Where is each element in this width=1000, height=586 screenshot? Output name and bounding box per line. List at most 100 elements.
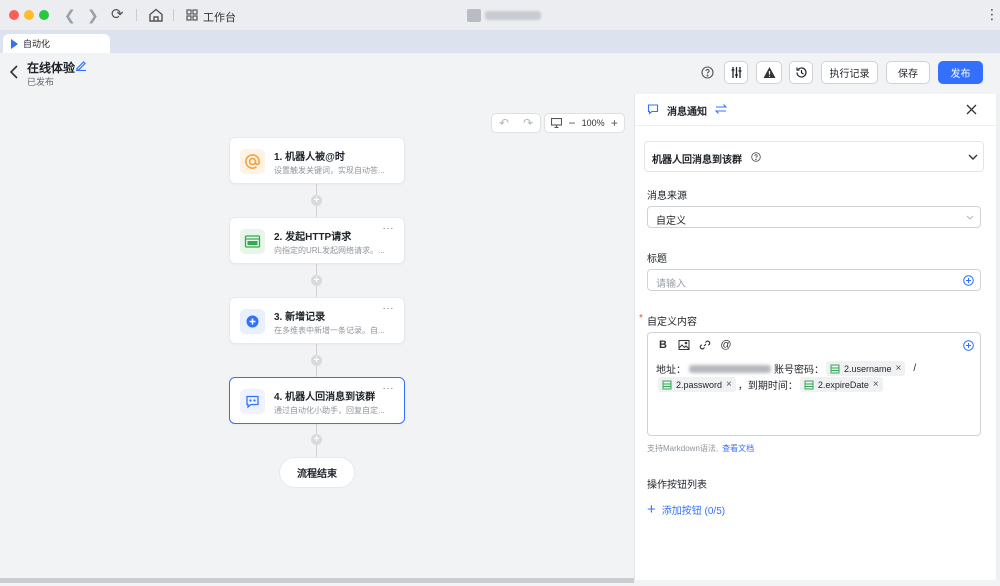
add-step-button[interactable]: + [311,275,322,286]
title-label: 标题 [647,254,667,265]
back-icon[interactable] [9,65,19,79]
title-input[interactable]: 请输入 [647,269,981,291]
insert-field-icon[interactable] [963,275,974,286]
help-icon[interactable] [701,66,714,79]
undo-icon[interactable]: ↶ [492,116,516,130]
action-type-selector[interactable]: 机器人回消息到该群 [644,141,984,172]
editor-toolbar: B @ [657,339,732,351]
settings-button[interactable] [724,61,748,84]
image-icon[interactable] [678,339,690,351]
workbench-label[interactable]: 工作台 [203,9,236,25]
swap-icon[interactable] [715,103,727,115]
node-more-icon[interactable]: ··· [383,303,395,314]
nav-forward-icon[interactable]: ❯ [87,7,99,23]
bold-icon[interactable]: B [657,339,669,351]
zoom-level: 100% [581,118,605,128]
vertical-scrollbar[interactable] [996,94,1000,580]
chip-label: 2.username [844,363,892,374]
flow-node-reply-message[interactable]: 4. 机器人回消息到该群 通过自动化小助手，回复自定... ··· [229,377,405,424]
message-icon [240,389,265,414]
maximize-window-button[interactable] [39,10,49,20]
save-button[interactable]: 保存 [886,61,930,84]
source-select[interactable]: 自定义 [647,206,981,228]
node-desc: 在多维表中新增一条记录。自... [274,326,385,335]
http-icon [240,229,265,254]
warning-icon [763,67,775,78]
field-chip-expire-date[interactable]: 2.expireDate × [799,377,883,392]
buttons-list-label: 操作按钮列表 [647,480,707,491]
node-more-icon[interactable]: ··· [383,383,395,394]
source-value: 自定义 [656,216,686,227]
history-icon [795,67,807,78]
remove-chip-icon[interactable]: × [873,379,879,390]
help-icon[interactable] [751,152,761,162]
home-icon[interactable] [148,7,164,23]
close-window-button[interactable] [9,10,19,20]
node-desc: 设置触发关键词，实现自动答... [274,166,385,175]
app-logo-icon [467,8,481,22]
config-panel: 消息通知 机器人回消息到该群 消息来源 自定义 标题 请输入 * 自定义内容 B… [634,94,997,580]
table-field-icon [804,380,814,389]
link-icon[interactable] [699,339,711,351]
zoom-in-icon[interactable]: + [611,116,618,130]
zoom-out-icon[interactable]: − [568,116,575,130]
flow-end-node: 流程结束 [279,457,355,488]
publish-button[interactable]: 发布 [938,61,983,84]
tab-label: 自动化 [23,39,51,49]
chevron-down-icon [968,154,978,160]
undo-redo-group: ↶ ↷ [491,113,541,133]
remove-chip-icon[interactable]: × [896,363,902,374]
nav-back-icon[interactable]: ❮ [64,7,76,23]
node-more-icon[interactable]: ··· [383,223,395,234]
table-field-icon [662,380,672,389]
markdown-hint: 支持Markdown语法, 查看文档 [647,443,754,454]
at-icon [240,149,265,174]
titlebar-divider [173,9,174,21]
flow-node-http[interactable]: 2. 发起HTTP请求 向指定的URL发起网络请求。... ··· [229,217,405,264]
node-title: 4. 机器人回消息到该群 [274,392,376,403]
redacted-title [485,10,541,20]
node-title: 1. 机器人被@时 [274,152,345,163]
minimize-window-button[interactable] [24,10,34,20]
action-type-label: 机器人回消息到该群 [652,155,742,166]
titlebar-divider [136,9,137,21]
history-button[interactable] [789,61,813,84]
field-chip-password[interactable]: 2.password × [658,377,736,392]
chip-label: 2.expireDate [817,379,869,390]
mention-icon[interactable]: @ [720,339,732,351]
add-step-button[interactable]: + [311,355,322,366]
sliders-icon [731,67,741,78]
remove-chip-icon[interactable]: × [726,379,732,390]
warning-button[interactable] [756,61,782,84]
close-icon[interactable] [966,104,977,115]
node-title: 3. 新增记录 [274,312,326,323]
flow-node-trigger[interactable]: 1. 机器人被@时 设置触发关键词，实现自动答... [229,137,405,184]
panel-title: 消息通知 [667,107,707,118]
editor-line: 地址： 账号密码： 2.username × / [656,361,916,376]
insert-field-icon[interactable] [963,340,974,351]
content-editor[interactable]: B @ 地址： 账号密码： 2.username × / 2.password … [647,332,981,436]
source-label: 消息来源 [647,191,687,202]
add-button-button[interactable]: + 添加按钮 (0/5) [647,502,725,518]
tab-automation[interactable]: 自动化 [3,34,110,53]
add-step-button[interactable]: + [311,195,322,206]
slash-separator: / [913,363,917,374]
refresh-icon[interactable]: ⟳ [111,7,124,23]
address-prefix: 地址： [656,365,686,376]
add-step-button[interactable]: + [311,434,322,445]
node-desc: 通过自动化小助手，回复自定... [274,406,385,415]
redo-icon[interactable]: ↷ [516,116,540,130]
account-prefix: 账号密码： [774,365,824,376]
field-chip-username[interactable]: 2.username × [826,361,906,376]
publish-status: 已发布 [27,77,55,87]
edit-icon[interactable] [75,59,87,71]
more-icon[interactable]: ⋮ [985,6,999,23]
fit-screen-icon[interactable] [551,118,563,128]
flow-node-add-record[interactable]: 3. 新增记录 在多维表中新增一条记录。自... ··· [229,297,405,344]
run-log-button[interactable]: 执行记录 [821,61,878,84]
horizontal-scrollbar[interactable] [0,578,634,583]
page-title: 在线体验 [27,61,76,75]
grid-icon[interactable] [186,9,198,21]
docs-link[interactable]: 查看文档 [722,444,754,453]
message-icon [647,104,659,115]
